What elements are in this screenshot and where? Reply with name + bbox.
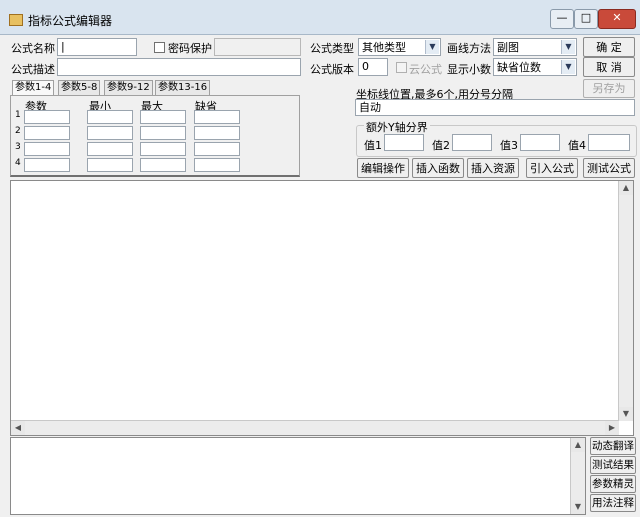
formula-type-select[interactable]: 其他类型 ▼ [358, 38, 441, 56]
chevron-down-icon: ▼ [561, 60, 575, 74]
y-value-2-input[interactable] [452, 134, 492, 151]
scroll-left-icon[interactable]: ◀ [11, 421, 25, 435]
param-default-cell[interactable] [194, 158, 240, 172]
axis-position-input[interactable]: 自动 [355, 99, 635, 116]
scroll-up-icon[interactable]: ▲ [619, 181, 633, 195]
tab-params-1-4[interactable]: 参数1-4 [12, 80, 55, 96]
maximize-button[interactable]: □ [574, 9, 598, 29]
scroll-up-icon[interactable]: ▲ [571, 438, 585, 452]
test-result-button[interactable]: 测试结果 [590, 456, 636, 474]
draw-method-value: 副图 [497, 41, 519, 54]
password-input[interactable] [214, 38, 301, 56]
test-formula-button[interactable]: 测试公式 [583, 158, 635, 178]
param-row-number: 2 [15, 126, 21, 136]
param-name-cell[interactable] [24, 158, 70, 172]
usage-notes-button[interactable]: 用法注释 [590, 494, 636, 512]
tab-params-13-16[interactable]: 参数13-16 [155, 80, 211, 95]
param-min-cell[interactable] [87, 142, 133, 156]
param-default-cell[interactable] [194, 126, 240, 140]
param-name-cell[interactable] [24, 126, 70, 140]
param-default-cell[interactable] [194, 142, 240, 156]
y-value-4-input[interactable] [588, 134, 630, 151]
decimal-label: 显示小数 [447, 63, 491, 76]
import-formula-button[interactable]: 引入公式 [526, 158, 578, 178]
formula-code-editor[interactable]: ▲ ▼ ◀ ▶ [10, 180, 634, 436]
formula-desc-input[interactable] [57, 58, 301, 76]
chevron-down-icon: ▼ [425, 40, 439, 54]
y-value-3-input[interactable] [520, 134, 560, 151]
app-icon [9, 14, 23, 26]
editor-horizontal-scrollbar[interactable]: ◀ ▶ [11, 420, 619, 435]
extra-y-axis-label: 额外Y轴分界 [364, 119, 430, 135]
close-button[interactable]: ✕ [598, 9, 636, 29]
window-title: 指标公式编辑器 [28, 14, 113, 28]
dynamic-translate-button[interactable]: 动态翻译 [590, 437, 636, 455]
y-value-1-label: 值1 [364, 139, 382, 152]
y-value-3-label: 值3 [500, 139, 518, 152]
formula-name-input[interactable]: | [57, 38, 137, 56]
formula-name-label: 公式名称 [11, 42, 55, 55]
param-min-cell[interactable] [87, 126, 133, 140]
cancel-button[interactable]: 取 消 [583, 57, 635, 77]
param-max-cell[interactable] [140, 110, 186, 124]
editor-vertical-scrollbar[interactable]: ▲ ▼ [618, 181, 633, 421]
y-value-2-label: 值2 [432, 139, 450, 152]
param-min-cell[interactable] [87, 158, 133, 172]
title-bar[interactable]: 指标公式编辑器 — □ ✕ [0, 0, 640, 35]
y-value-4-label: 值4 [568, 139, 586, 152]
message-output-area[interactable]: ▲ ▼ [10, 437, 586, 515]
param-max-cell[interactable] [140, 142, 186, 156]
decimal-value: 缺省位数 [497, 61, 541, 74]
param-row-number: 1 [15, 110, 21, 120]
scroll-down-icon[interactable]: ▼ [619, 407, 633, 421]
y-value-1-input[interactable] [384, 134, 424, 151]
formula-type-label: 公式类型 [310, 42, 354, 55]
chevron-down-icon: ▼ [561, 40, 575, 54]
param-row-number: 3 [15, 142, 21, 152]
formula-type-value: 其他类型 [362, 41, 406, 54]
tab-params-5-8[interactable]: 参数5-8 [58, 80, 101, 95]
param-sprite-button[interactable]: 参数精灵 [590, 475, 636, 493]
cloud-formula-label: 云公式 [409, 63, 442, 76]
param-name-cell[interactable] [24, 142, 70, 156]
ok-button[interactable]: 确 定 [583, 37, 635, 57]
param-max-cell[interactable] [140, 158, 186, 172]
param-table: 参数 最小 最大 缺省 1 2 3 4 [10, 95, 300, 177]
param-row-number: 4 [15, 158, 21, 168]
scroll-right-icon[interactable]: ▶ [605, 421, 619, 435]
param-min-cell[interactable] [87, 110, 133, 124]
message-scrollbar[interactable]: ▲ ▼ [570, 438, 585, 514]
param-max-cell[interactable] [140, 126, 186, 140]
formula-editor-window: 指标公式编辑器 — □ ✕ 公式名称 | 密码保护 公式类型 其他类型 ▼ 画线… [0, 0, 640, 517]
draw-method-select[interactable]: 副图 ▼ [493, 38, 577, 56]
password-checkbox[interactable] [154, 42, 165, 53]
formula-version-label: 公式版本 [310, 63, 354, 76]
insert-function-button[interactable]: 插入函数 [412, 158, 464, 178]
tab-params-9-12[interactable]: 参数9-12 [104, 80, 153, 95]
save-as-button[interactable]: 另存为 [583, 79, 635, 98]
minimize-button[interactable]: — [550, 9, 574, 29]
param-name-cell[interactable] [24, 110, 70, 124]
formula-desc-label: 公式描述 [11, 63, 55, 76]
cloud-formula-checkbox[interactable] [396, 62, 407, 73]
formula-version-input[interactable]: 0 [358, 58, 388, 76]
password-label: 密码保护 [168, 42, 212, 55]
draw-method-label: 画线方法 [447, 42, 491, 55]
param-default-cell[interactable] [194, 110, 240, 124]
scroll-down-icon[interactable]: ▼ [571, 500, 585, 514]
decimal-select[interactable]: 缺省位数 ▼ [493, 58, 577, 76]
edit-operation-button[interactable]: 编辑操作 [357, 158, 409, 178]
insert-resource-button[interactable]: 插入资源 [467, 158, 519, 178]
